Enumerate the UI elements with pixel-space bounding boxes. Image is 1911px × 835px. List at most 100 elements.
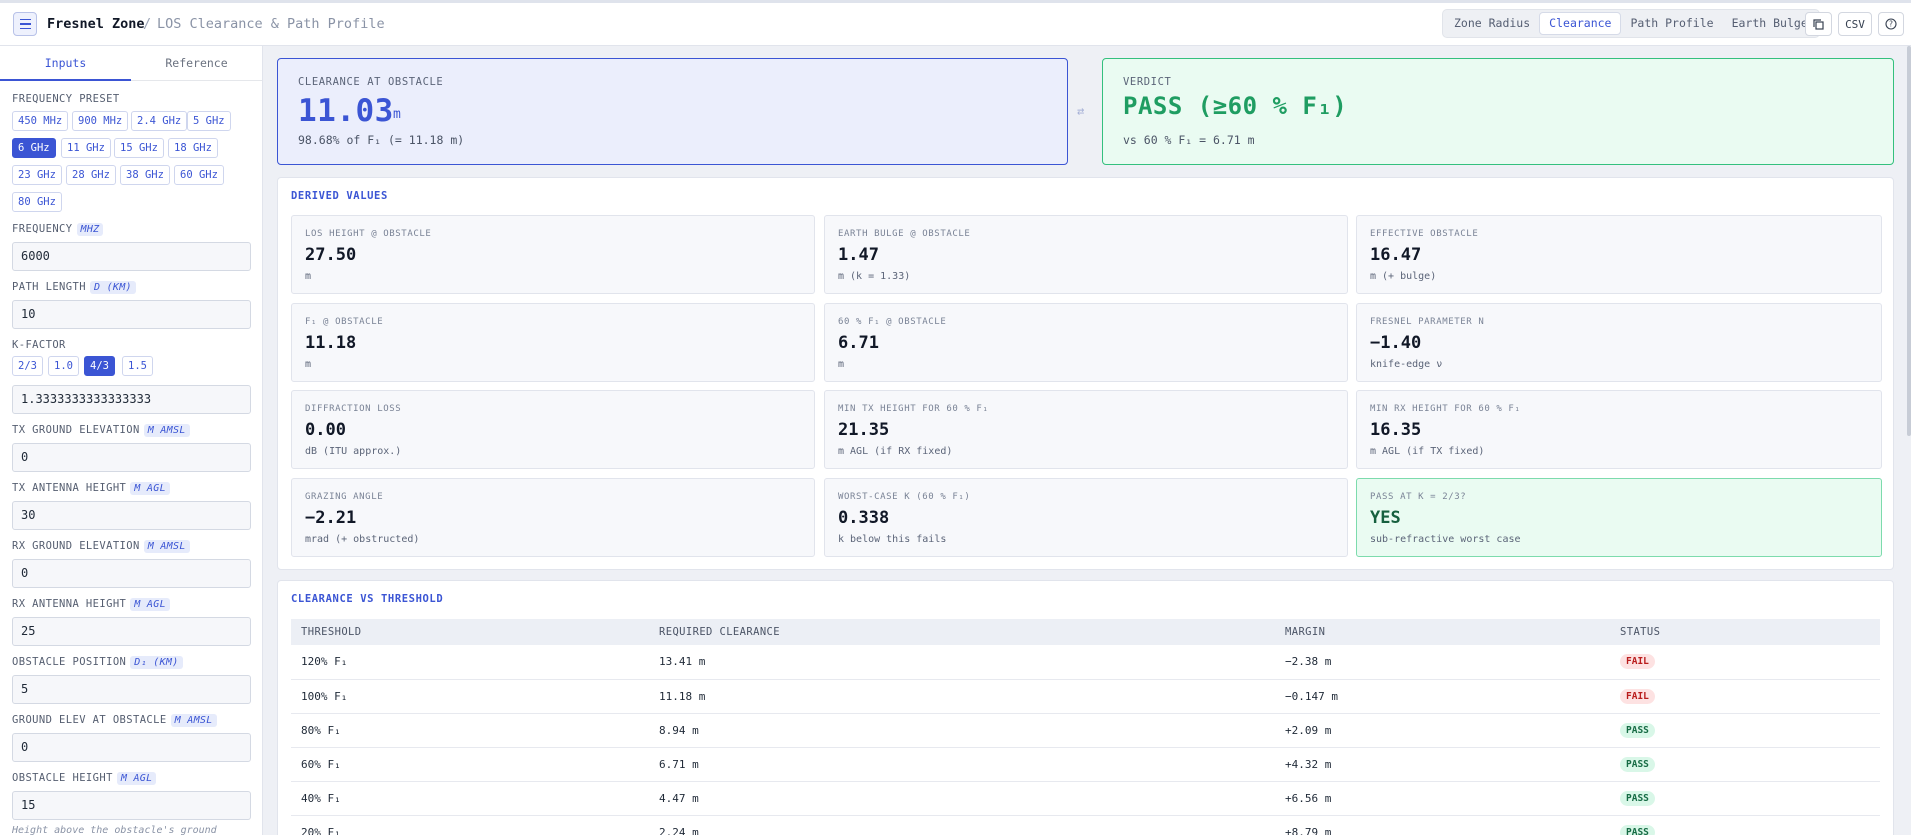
tx-ground-unit: M AMSL [143,424,190,437]
menu-icon[interactable] [13,12,37,36]
cell-threshold: 60% F₁ [291,747,649,782]
preset-6ghz[interactable]: 6 GHz [12,138,56,158]
cell-required: 6.71 m [649,747,1275,782]
verdict-card: VERDICT PASS (≥60 % F₁) vs 60 % F₁ = 6.7… [1102,58,1894,165]
los-height-sub: m [305,271,312,282]
grazing-angle-sub: mrad (+ obstructed) [305,534,420,545]
f1-at-obstacle-label: F₁ @ OBSTACLE [305,317,384,327]
tab-clearance[interactable]: Clearance [1539,12,1622,35]
preset-5ghz[interactable]: 5 GHz [187,111,231,131]
rx-ground-input[interactable]: 0 [12,559,251,588]
preset-900mhz[interactable]: 900 MHz [72,111,129,131]
clearance-percent: 98.68% of F₁ (= 11.18 m) [298,133,465,147]
k-option-4-3[interactable]: 4/3 [84,356,115,376]
fresnel-parameter-sub: knife-edge ν [1370,359,1443,370]
verdict-value: PASS (≥60 % F₁) [1123,92,1348,120]
status-badge: FAIL [1620,688,1655,704]
min-tx-height-label: MIN TX HEIGHT FOR 60 % F₁ [838,404,989,414]
k-option-2-3[interactable]: 2/3 [12,356,43,376]
tab-path-profile[interactable]: Path Profile [1621,12,1722,35]
rx-ground-unit: M AMSL [143,540,190,553]
diffraction-loss-label: DIFFRACTION LOSS [305,404,402,414]
preset-80ghz[interactable]: 80 GHz [12,192,62,212]
metric-grazing-angle: GRAZING ANGLE −2.21 mrad (+ obstructed) [291,478,815,557]
sixty-f1-at-obstacle-sub: m [838,359,845,370]
sidebar-tab-reference[interactable]: Reference [131,46,262,81]
preset-15ghz[interactable]: 15 GHz [114,138,164,158]
title-separator: / [143,16,152,32]
k-factor-label: K-FACTOR [12,339,66,351]
col-required: REQUIRED CLEARANCE [649,619,1275,645]
help-button[interactable]: ? [1878,12,1904,36]
help-icon: ? [1885,18,1897,30]
preset-60ghz[interactable]: 60 GHz [174,165,224,185]
threshold-table: THRESHOLD REQUIRED CLEARANCE MARGIN STAT… [291,619,1880,835]
clearance-card: CLEARANCE AT OBSTACLE 11.03 m 98.68% of … [277,58,1068,165]
cell-threshold: 40% F₁ [291,781,649,816]
tab-zone-radius[interactable]: Zone Radius [1445,12,1539,35]
path-length-input[interactable]: 10 [12,300,251,329]
preset-23ghz[interactable]: 23 GHz [12,165,62,185]
worst-case-k-sub: k below this fails [838,534,947,545]
frequency-preset-label: FREQUENCY PRESET [12,93,120,105]
earth-bulge-label: EARTH BULGE @ OBSTACLE [838,229,971,239]
status-badge: PASS [1620,790,1655,806]
min-tx-height-value: 21.35 [838,420,890,440]
preset-450mhz[interactable]: 450 MHz [12,111,69,131]
tx-antenna-unit: M AGL [130,482,170,495]
tx-ground-label: TX GROUND ELEVATION M AMSL [12,424,190,437]
verdict-label: VERDICT [1123,76,1172,88]
metric-worst-case-k: WORST-CASE K (60 % F₁) 0.338 k below this … [824,478,1348,557]
table-row: 80% F₁ 8.94 m +2.09 m PASS [291,713,1880,748]
cell-status: PASS [1610,781,1880,816]
frequency-input[interactable]: 6000 [12,242,251,271]
clearance-unit: m [393,107,401,122]
status-badge: PASS [1620,824,1655,835]
preset-11ghz[interactable]: 11 GHz [61,138,111,158]
rx-antenna-label: RX ANTENNA HEIGHT M AGL [12,598,170,611]
metric-pass-at-k-2-3: PASS AT K = 2/3? YES sub-refractive worst … [1356,478,1882,557]
status-badge: PASS [1620,722,1655,738]
obstacle-height-label: OBSTACLE HEIGHT M AGL [12,772,157,785]
obstacle-position-input[interactable]: 5 [12,675,251,704]
cell-required: 13.41 m [649,645,1275,680]
worst-case-k-value: 0.338 [838,508,890,528]
tab-earth-bulge[interactable]: Earth Bulge [1723,12,1817,35]
preset-18ghz[interactable]: 18 GHz [168,138,218,158]
csv-button[interactable]: CSV [1838,12,1872,36]
diffraction-loss-sub: dB (ITU approx.) [305,446,402,457]
tx-antenna-input[interactable]: 30 [12,501,251,530]
k-factor-input[interactable]: 1.3333333333333333 [12,385,251,414]
tx-ground-input[interactable]: 0 [12,443,251,472]
cell-threshold: 80% F₁ [291,713,649,748]
ground-elev-obstacle-input[interactable]: 0 [12,733,251,762]
cell-threshold: 20% F₁ [291,815,649,835]
path-length-label: PATH LENGTH D (KM) [12,281,136,294]
obstacle-height-input[interactable]: 15 [12,791,251,820]
preset-28ghz[interactable]: 28 GHz [66,165,116,185]
cell-status: FAIL [1610,645,1880,680]
k-option-1-0[interactable]: 1.0 [48,356,79,376]
obstacle-position-label: OBSTACLE POSITION D₁ (KM) [12,656,183,669]
col-status: STATUS [1610,619,1880,645]
preset-38ghz[interactable]: 38 GHz [120,165,170,185]
copy-button[interactable] [1805,12,1832,36]
rx-antenna-input[interactable]: 25 [12,617,251,646]
min-rx-height-label: MIN RX HEIGHT FOR 60 % F₁ [1370,404,1521,414]
min-rx-height-sub: m AGL (if TX fixed) [1370,446,1485,457]
derived-values-title: DERIVED VALUES [291,190,388,202]
ground-elev-obstacle-unit: M AMSL [170,714,217,727]
diffraction-loss-value: 0.00 [305,420,346,440]
sidebar-tab-inputs[interactable]: Inputs [0,46,131,81]
verdict-sub: vs 60 % F₁ = 6.71 m [1123,133,1255,147]
pass-at-k-2-3-label: PASS AT K = 2/3? [1370,492,1467,502]
scrollbar[interactable] [1907,46,1911,436]
k-option-1-5[interactable]: 1.5 [122,356,153,376]
status-badge: FAIL [1620,654,1655,670]
cell-required: 11.18 m [649,679,1275,714]
table-row: 40% F₁ 4.47 m +6.56 m PASS [291,781,1880,816]
preset-2-4ghz[interactable]: 2.4 GHz [131,111,188,131]
grazing-angle-value: −2.21 [305,508,357,528]
frequency-unit: MHZ [76,223,104,236]
sixty-f1-at-obstacle-label: 60 % F₁ @ OBSTACLE [838,317,947,327]
